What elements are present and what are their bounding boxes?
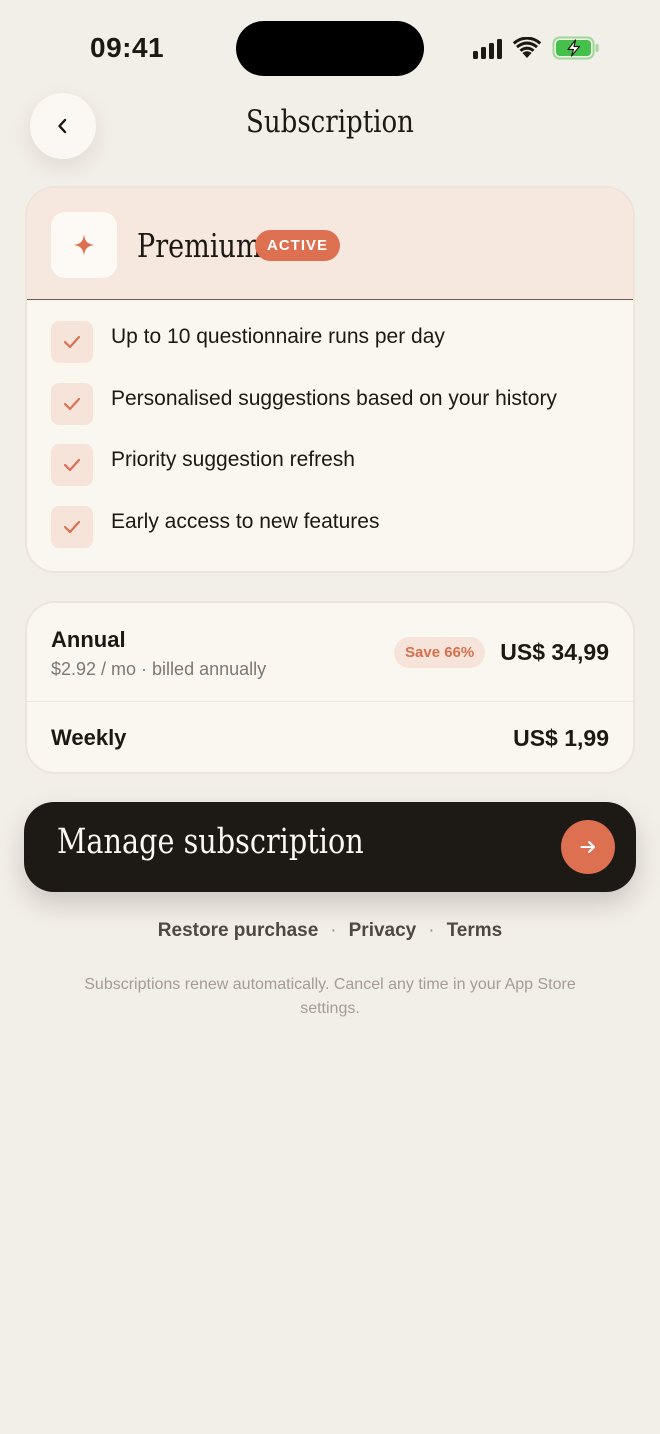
- save-badge: Save 66%: [394, 637, 486, 668]
- wifi-icon: [512, 37, 542, 58]
- check-badge: [51, 444, 93, 486]
- weekly-label: Weekly: [51, 725, 127, 750]
- page-title: Subscription: [246, 104, 414, 140]
- manage-subscription-label: Manage subscription: [57, 822, 364, 862]
- terms-link[interactable]: Terms: [447, 920, 503, 942]
- feature-item: Up to 10 questionnaire runs per day: [27, 321, 633, 383]
- check-icon: [63, 397, 81, 410]
- annual-label: Annual: [51, 627, 126, 652]
- annual-price: US$ 34,99: [500, 639, 609, 665]
- link-separator: ·: [428, 920, 435, 941]
- arrow-right-icon: [580, 841, 595, 853]
- status-badge: ACTIVE: [255, 230, 341, 261]
- sparkle-icon: [73, 234, 95, 256]
- feature-label: Up to 10 questionnaire runs per day: [111, 325, 445, 348]
- feature-label: Early access to new features: [111, 509, 380, 533]
- arrow-button: [561, 820, 615, 874]
- feature-label: Priority suggestion refresh: [111, 448, 355, 471]
- feature-item: Priority suggestion refresh: [27, 444, 633, 506]
- renewal-footnote: Subscriptions renew automatically. Cance…: [84, 976, 576, 1017]
- status-icons: [473, 36, 600, 60]
- manage-subscription-button[interactable]: Manage subscription: [24, 802, 636, 892]
- weekly-price: US$ 1,99: [513, 725, 609, 751]
- check-badge: [51, 321, 93, 363]
- plan-icon-tile: [51, 212, 117, 278]
- link-separator: ·: [330, 920, 337, 941]
- status-bar: 09:41: [0, 0, 660, 96]
- check-icon: [63, 520, 81, 533]
- signal-icon: [473, 37, 502, 59]
- battery-icon: [552, 36, 599, 60]
- weekly-plan-row[interactable]: Weekly US$ 1,99: [27, 702, 633, 772]
- dynamic-island: [236, 21, 424, 76]
- annual-plan-row[interactable]: Annual $2.92 / mo · billed annually Save…: [27, 603, 633, 702]
- plan-card: Premium ACTIVE Up to 10 questionnaire ru…: [25, 186, 635, 573]
- footer-links: Restore purchase · Privacy · Terms: [0, 920, 660, 942]
- pricing-card: Annual $2.92 / mo · billed annually Save…: [25, 601, 635, 774]
- feature-label: Personalised suggestions based on your h…: [111, 386, 557, 410]
- feature-item: Early access to new features: [27, 505, 633, 568]
- plan-name: Premium: [137, 226, 262, 265]
- check-icon: [63, 335, 81, 349]
- plan-header: Premium ACTIVE: [27, 188, 633, 300]
- check-badge: [51, 505, 93, 548]
- annual-subtitle: $2.92 / mo · billed annually: [51, 659, 267, 679]
- feature-item: Personalised suggestions based on your h…: [27, 382, 633, 445]
- check-icon: [63, 458, 81, 472]
- feature-list: Up to 10 questionnaire runs per day Pers…: [27, 300, 633, 567]
- check-badge: [51, 382, 93, 425]
- status-time: 09:41: [90, 32, 165, 63]
- restore-purchase-link[interactable]: Restore purchase: [158, 920, 319, 942]
- privacy-link[interactable]: Privacy: [349, 920, 417, 942]
